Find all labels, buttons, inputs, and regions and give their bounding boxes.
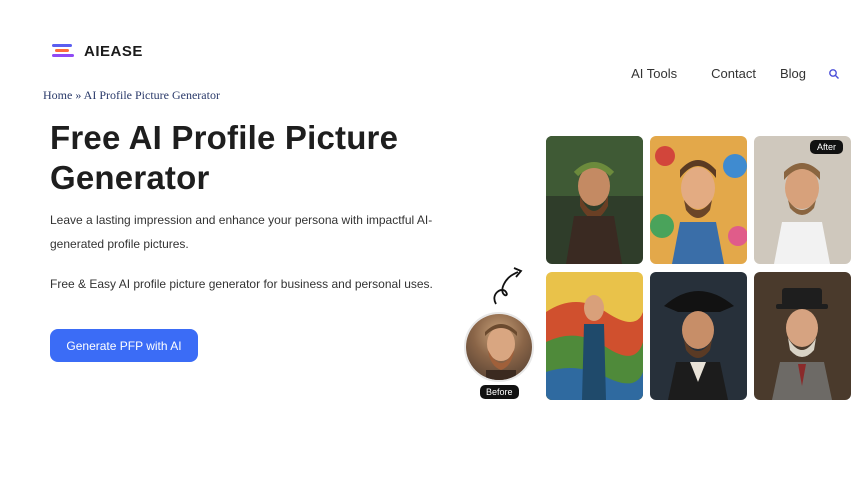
top-nav: AI Tools Contact Blog: [631, 66, 840, 81]
portrait-tile: [546, 272, 643, 400]
brand-logo[interactable]: AIEASE: [52, 42, 143, 60]
nav-item-ai-tools[interactable]: AI Tools: [631, 66, 677, 81]
before-badge: Before: [480, 385, 519, 399]
nav-item-contact[interactable]: Contact: [711, 66, 756, 81]
portrait-tile: [650, 272, 747, 400]
brand-name: AIEASE: [84, 42, 143, 60]
portrait-tile: After: [754, 136, 851, 264]
hero-description: Leave a lasting impression and enhance y…: [50, 213, 433, 251]
search-icon[interactable]: [828, 68, 840, 80]
portrait-tile: [754, 272, 851, 400]
after-badge: After: [809, 140, 843, 154]
breadcrumb-current: AI Profile Picture Generator: [83, 88, 220, 102]
before-photo: [464, 312, 534, 382]
breadcrumb-home[interactable]: Home: [43, 88, 72, 102]
logo-icon: [52, 42, 78, 60]
portrait-tile: [650, 136, 747, 264]
breadcrumb: Home » AI Profile Picture Generator: [43, 88, 220, 103]
curved-arrow-icon: [493, 267, 523, 305]
breadcrumb-separator: »: [72, 88, 84, 102]
hero-subtext: Free & Easy AI profile picture generator…: [50, 277, 433, 291]
generate-pfp-button[interactable]: Generate PFP with AI: [50, 329, 198, 362]
page-title: Free AI Profile Picture Generator: [50, 119, 399, 196]
portrait-tile: [546, 136, 643, 264]
nav-item-blog[interactable]: Blog: [780, 66, 806, 81]
showcase-grid: After: [546, 136, 851, 400]
